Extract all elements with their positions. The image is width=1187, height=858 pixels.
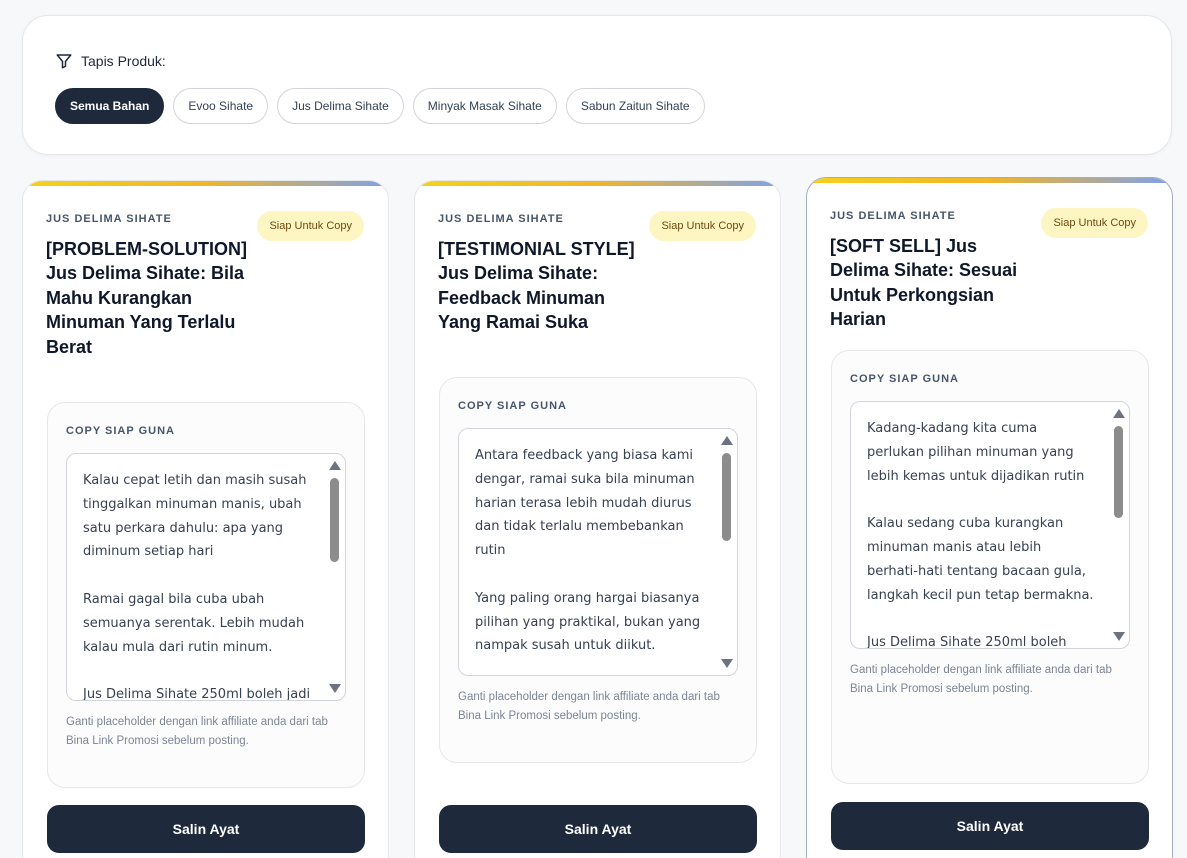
filter-label: Tapis Produk:: [81, 53, 166, 69]
product-filter-panel: Tapis Produk: Semua Bahan Evoo Sihate Ju…: [22, 15, 1172, 155]
chip-jus-delima-sihate[interactable]: Jus Delima Sihate: [277, 88, 404, 124]
copy-box-label: COPY SIAP GUNA: [850, 373, 959, 385]
copy-box: COPY SIAP GUNA Antara feedback yang bias…: [439, 377, 757, 763]
card-title: [TESTIMONIAL STYLE] Jus Delima Sihate: F…: [438, 239, 635, 333]
card-accent-bar: [415, 181, 780, 186]
ready-badge: Siap Untuk Copy: [1041, 208, 1148, 238]
ready-badge: Siap Untuk Copy: [257, 211, 364, 241]
scroll-up-arrow[interactable]: [329, 461, 341, 470]
copy-box-label: COPY SIAP GUNA: [458, 400, 567, 412]
card-title: [SOFT SELL] Jus Delima Sihate: Sesuai Un…: [830, 236, 1018, 330]
scrollbar-thumb[interactable]: [330, 478, 339, 562]
copy-text: Kadang-kadang kita cuma perlukan pilihan…: [867, 421, 1094, 649]
card-accent-bar: [807, 178, 1172, 183]
copy-text: Antara feedback yang biasa kami dengar, …: [475, 448, 701, 654]
copy-card: JUS DELIMA SIHATE Siap Untuk Copy [TESTI…: [414, 180, 781, 858]
filter-heading: Tapis Produk:: [55, 52, 166, 70]
card-category: JUS DELIMA SIHATE: [438, 213, 564, 225]
copy-text-button[interactable]: Salin Ayat: [831, 802, 1149, 850]
card-title: [PROBLEM-SOLUTION] Jus Delima Sihate: Bi…: [46, 239, 247, 357]
copy-text: Kalau cepat letih dan masih susah tingga…: [83, 473, 311, 701]
copy-textarea[interactable]: Kalau cepat letih dan masih susah tingga…: [66, 453, 346, 701]
affiliate-hint: Ganti placeholder dengan link affiliate …: [458, 691, 720, 722]
chip-minyak-masak-sihate[interactable]: Minyak Masak Sihate: [412, 88, 557, 124]
copy-text-button[interactable]: Salin Ayat: [439, 805, 757, 853]
scroll-up-arrow[interactable]: [1113, 409, 1125, 418]
scroll-down-arrow[interactable]: [329, 684, 341, 693]
copy-textarea[interactable]: Kadang-kadang kita cuma perlukan pilihan…: [850, 401, 1130, 649]
card-category: JUS DELIMA SIHATE: [830, 210, 956, 222]
scroll-up-arrow[interactable]: [721, 436, 733, 445]
copy-box-label: COPY SIAP GUNA: [66, 425, 175, 437]
chip-evoo-sihate[interactable]: Evoo Sihate: [173, 88, 269, 124]
card-category: JUS DELIMA SIHATE: [46, 213, 172, 225]
copy-card: JUS DELIMA SIHATE Siap Untuk Copy [PROBL…: [22, 180, 389, 858]
scroll-down-arrow[interactable]: [1113, 632, 1125, 641]
copy-textarea[interactable]: Antara feedback yang biasa kami dengar, …: [458, 428, 738, 676]
card-accent-bar: [23, 181, 388, 186]
copy-text-button[interactable]: Salin Ayat: [47, 805, 365, 853]
affiliate-hint: Ganti placeholder dengan link affiliate …: [66, 716, 328, 747]
filter-chip-group: Semua Bahan Evoo Sihate Jus Delima Sihat…: [55, 88, 705, 124]
filter-icon: [56, 54, 72, 69]
scrollbar-thumb[interactable]: [722, 453, 731, 541]
copy-box: COPY SIAP GUNA Kadang-kadang kita cuma p…: [831, 350, 1149, 784]
scrollbar-thumb[interactable]: [1114, 426, 1123, 518]
ready-badge: Siap Untuk Copy: [649, 211, 756, 241]
chip-sabun-zaitun-sihate[interactable]: Sabun Zaitun Sihate: [565, 88, 705, 124]
copy-card: JUS DELIMA SIHATE Siap Untuk Copy [SOFT …: [806, 177, 1173, 858]
chip-semua-bahan[interactable]: Semua Bahan: [55, 88, 165, 124]
affiliate-hint: Ganti placeholder dengan link affiliate …: [850, 664, 1112, 695]
copy-box: COPY SIAP GUNA Kalau cepat letih dan mas…: [47, 402, 365, 788]
scroll-down-arrow[interactable]: [721, 659, 733, 668]
